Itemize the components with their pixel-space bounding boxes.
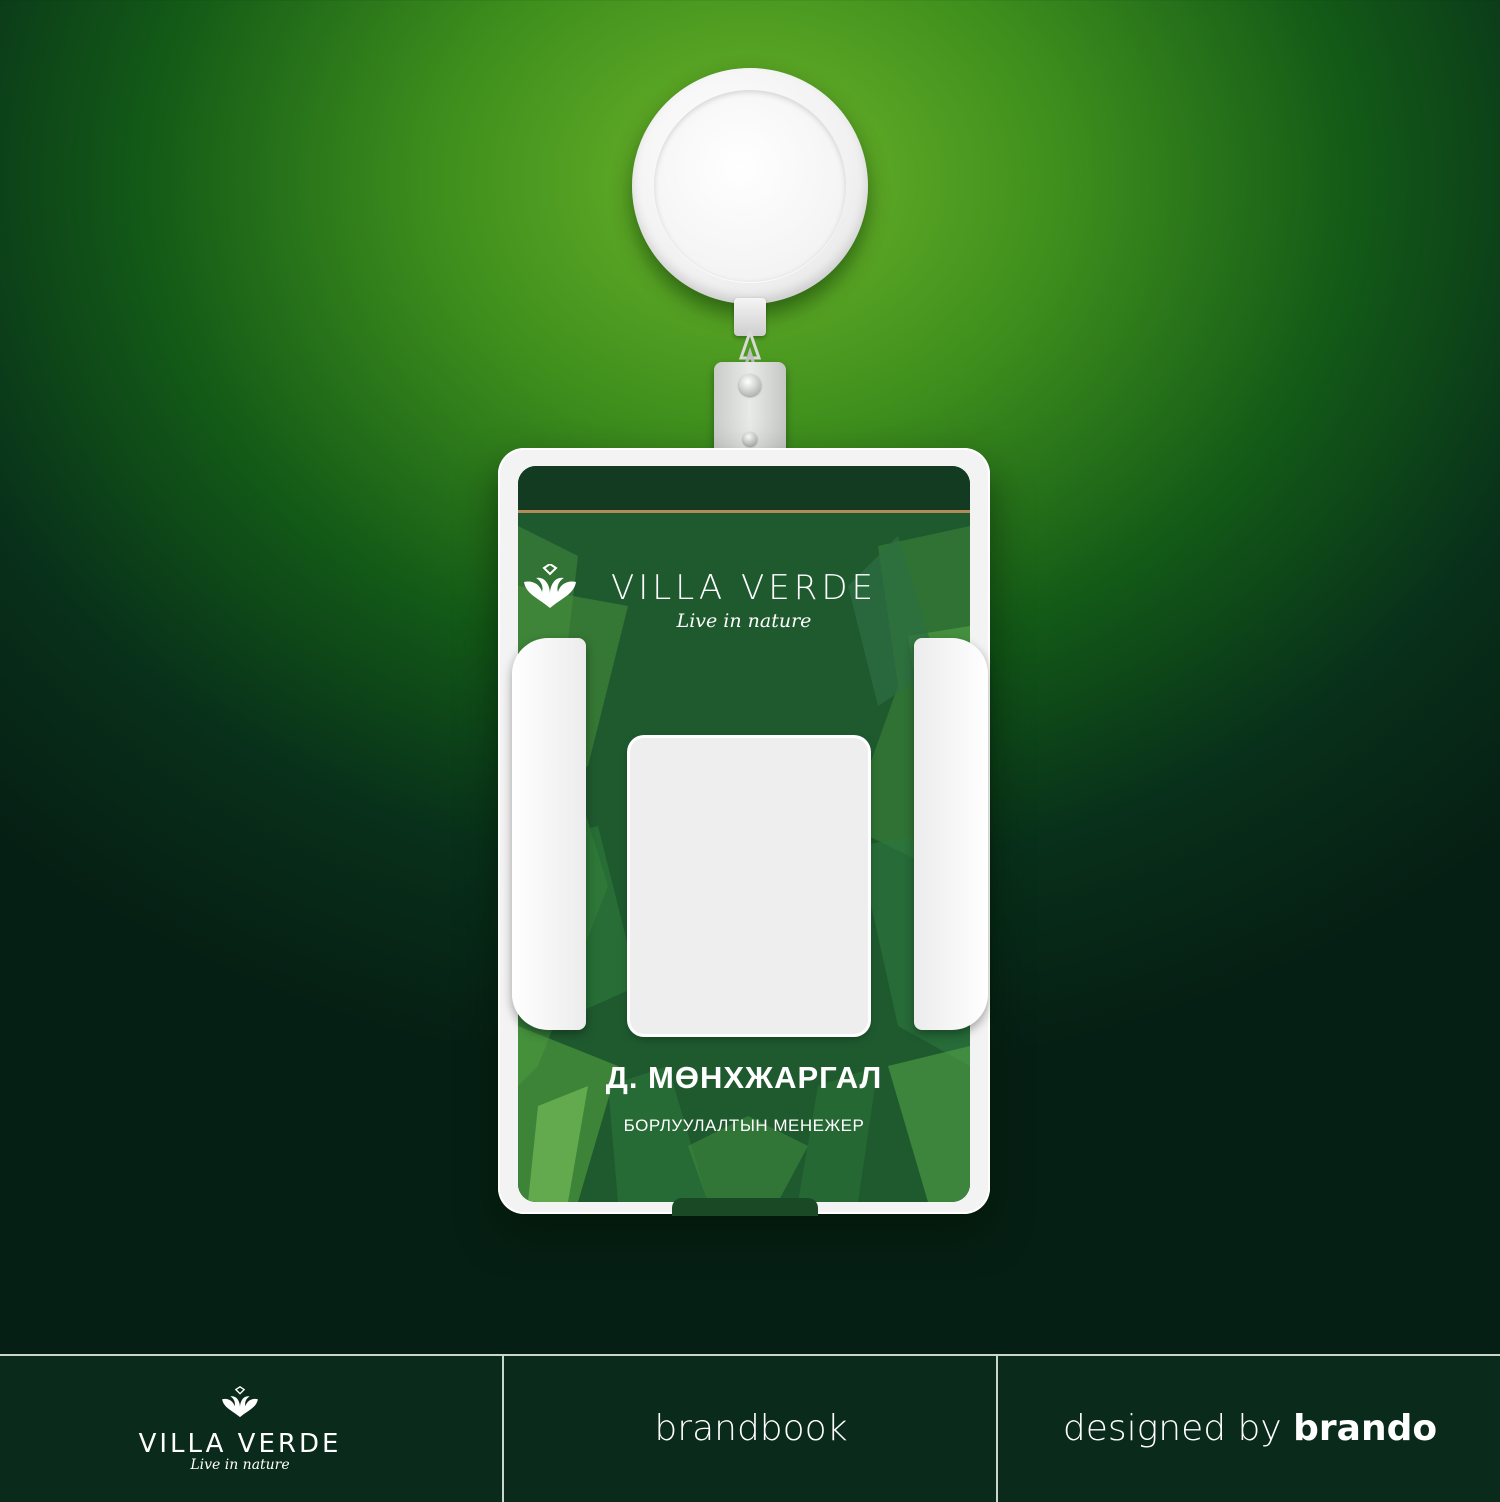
footer-brandbook-cell: brandbook (502, 1356, 998, 1502)
employee-name: Д. МӨНХЖАРГАЛ (605, 1060, 883, 1095)
holder-grip-left (512, 638, 586, 1030)
card-logo: VILLA VERDE Live in nature (518, 564, 970, 632)
photo-placeholder (630, 738, 868, 1034)
strap-rivet (739, 374, 761, 396)
brandbook-label: brandbook (654, 1408, 848, 1449)
badge-reel-face (654, 90, 846, 282)
credit-name: brando (1293, 1408, 1438, 1449)
footer-brand: VILLA VERDE (138, 1429, 342, 1459)
accent-line (518, 510, 970, 513)
card-brand: VILLA VERDE (610, 568, 878, 608)
badge-reel (632, 68, 868, 304)
footer-tagline: Live in nature (190, 1457, 290, 1473)
employee-role: БОРЛУУЛАЛТЫН МЕНЕЖЕР (623, 1116, 865, 1135)
footer-credit-cell: designed by brando (996, 1356, 1500, 1502)
credit-prefix: designed by (1062, 1408, 1282, 1449)
footer-bar: VILLA VERDE Live in nature brandbook des… (0, 1354, 1500, 1502)
mockup-stage: VILLA VERDE Live in nature Д. МӨНХЖАРГАЛ… (0, 0, 1500, 1355)
holder-grip-right (914, 638, 988, 1030)
swan-diamond-icon (222, 1385, 258, 1418)
magnetic-stripe (518, 466, 970, 510)
swan-diamond-icon (524, 564, 576, 608)
holder-bottom-notch (672, 1198, 818, 1216)
footer-logo: VILLA VERDE Live in nature (0, 1385, 480, 1473)
designer-credit: designed by brando (998, 1408, 1500, 1449)
strap-rivet (743, 432, 757, 446)
card-tagline: Live in nature (676, 610, 812, 632)
footer-logo-cell: VILLA VERDE Live in nature (0, 1356, 502, 1502)
